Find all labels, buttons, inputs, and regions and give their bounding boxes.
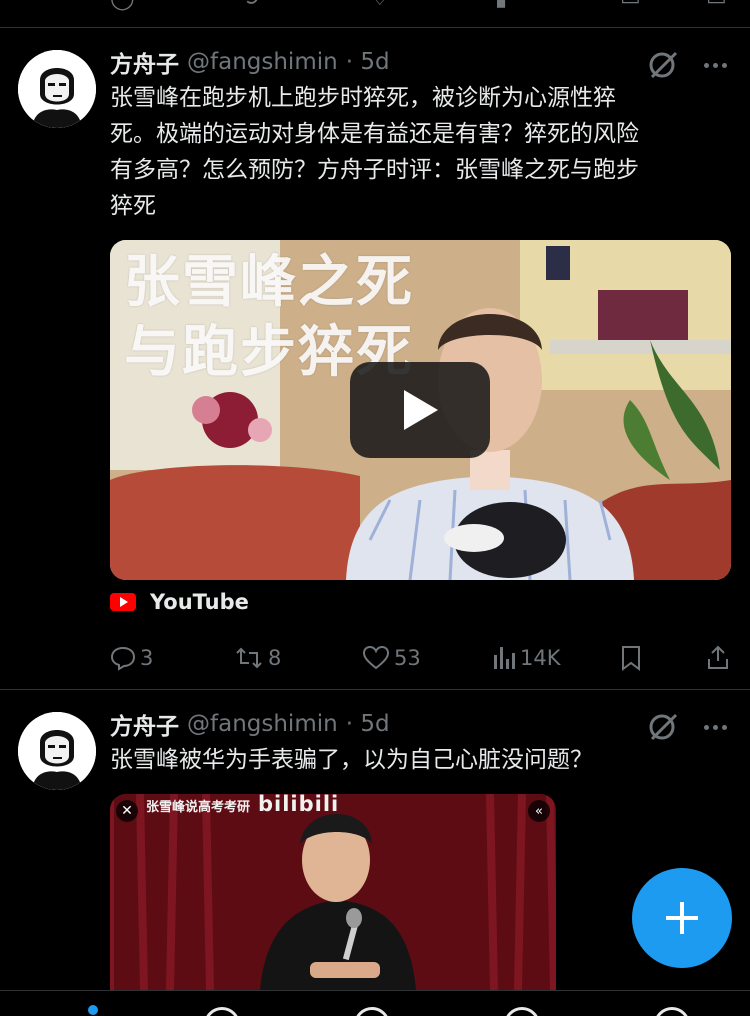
grok-icon[interactable]	[646, 710, 680, 744]
tweet-time[interactable]: · 5d	[346, 711, 390, 737]
youtube-icon	[110, 593, 136, 611]
views-icon[interactable]: ▮	[495, 0, 507, 11]
tweet-text-line: 猝死	[110, 193, 156, 219]
source-label: YouTube	[150, 590, 249, 614]
repost-count: 8	[268, 646, 282, 670]
share-button[interactable]	[706, 640, 730, 676]
like-count: 53	[394, 646, 421, 670]
author-name[interactable]: 方舟子	[110, 45, 179, 79]
repost-button[interactable]: 8	[234, 640, 281, 676]
author-handle[interactable]: @fangshimin	[187, 49, 338, 75]
avatar[interactable]	[18, 50, 96, 128]
tweet-text-line: 张雪峰在跑步机上跑步时猝死，被诊断为心源性猝	[110, 85, 616, 111]
repost-icon[interactable]: ⟲	[240, 0, 258, 11]
tweet-text-line: 死。极端的运动对身体是有益还是有害？猝死的风险	[110, 121, 639, 147]
share-icon[interactable]: ▭	[706, 0, 727, 11]
reply-count: 3	[140, 646, 154, 670]
reply-button[interactable]: 3	[110, 640, 153, 676]
compose-button[interactable]	[632, 868, 732, 968]
tweet-header: 方舟子 @fangshimin · 5d	[110, 708, 390, 740]
video-caption: 张雪峰说高考考研	[146, 800, 251, 815]
video-player[interactable]: ✕ 张雪峰说高考考研 bilibili «	[110, 794, 556, 990]
view-count: 14K	[520, 646, 561, 670]
tweet-text: 张雪峰被华为手表骗了，以为自己心脏没问题？	[110, 742, 720, 778]
tweet-header: 方舟子 @fangshimin · 5d	[110, 46, 390, 78]
link-source[interactable]: YouTube	[110, 586, 249, 618]
avatar[interactable]	[18, 712, 96, 790]
tweet-text-line: 有多高？怎么预防？方舟子时评：张雪峰之死与跑步	[110, 157, 639, 183]
bookmark-icon[interactable]: ▭	[620, 0, 641, 11]
plus-icon	[666, 902, 698, 934]
notification-dot	[88, 1005, 98, 1015]
like-button[interactable]: 53	[362, 640, 421, 676]
grok-icon[interactable]	[646, 48, 680, 82]
views-icon	[494, 647, 515, 669]
bookmark-button[interactable]	[620, 640, 642, 676]
close-icon[interactable]: ✕	[116, 800, 138, 822]
video-thumbnail[interactable]: 张雪峰之死 与跑步猝死	[110, 240, 731, 580]
reply-icon[interactable]: ◯	[110, 0, 135, 11]
heart-icon	[362, 645, 390, 670]
tweet-actions: 3 8 53 14K	[110, 640, 732, 676]
author-name[interactable]: 方舟子	[110, 707, 179, 741]
tweet-text: 张雪峰在跑步机上跑步时猝死，被诊断为心源性猝 死。极端的运动对身体是有益还是有害…	[110, 80, 720, 224]
notifications-icon[interactable]	[654, 1007, 690, 1016]
play-icon	[404, 390, 438, 430]
overlay-line: 张雪峰之死	[124, 250, 414, 315]
communities-icon[interactable]	[504, 1007, 540, 1016]
tweet[interactable]: 方舟子 @fangshimin · 5d 张雪峰被华为手表骗了，以为自己心脏没问…	[0, 690, 750, 990]
bookmark-icon	[622, 646, 640, 671]
grok-icon[interactable]	[354, 1007, 390, 1016]
share-icon	[708, 645, 728, 669]
search-icon[interactable]	[204, 1007, 240, 1016]
reply-icon	[110, 646, 136, 671]
tweet-time[interactable]: · 5d	[346, 49, 390, 75]
collapse-icon[interactable]: «	[528, 800, 550, 822]
tweet-text-line: 张雪峰被华为手表骗了，以为自己心脏没问题？	[110, 747, 593, 773]
play-button[interactable]	[350, 362, 490, 458]
more-dots-icon[interactable]	[698, 50, 732, 80]
heart-icon[interactable]: ♡	[370, 0, 390, 11]
repost-icon	[236, 647, 262, 669]
bottom-nav	[0, 990, 750, 1016]
more-dots-icon[interactable]	[698, 712, 732, 742]
tweet[interactable]: 方舟子 @fangshimin · 5d 张雪峰在跑步机上跑步时猝死，被诊断为心…	[0, 28, 750, 690]
bilibili-logo: bilibili	[258, 794, 340, 816]
author-handle[interactable]: @fangshimin	[187, 711, 338, 737]
previous-tweet-actions: ◯ ⟲ ♡ ▮ ▭ ▭	[0, 0, 750, 28]
views-button[interactable]: 14K	[492, 640, 561, 676]
